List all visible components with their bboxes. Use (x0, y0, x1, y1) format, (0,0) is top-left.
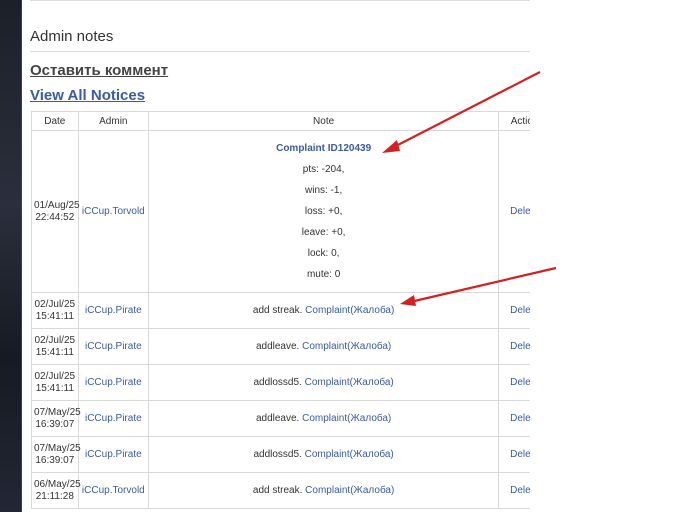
note-line-pts: pts: -204, (302, 164, 345, 175)
date-cell: 02/Jul/25 15:41:11 (31, 328, 79, 365)
section-title: Admin notes (30, 28, 114, 45)
table-row: 02/Jul/25 15:41:11 iCCup.Pirate add stre… (31, 292, 530, 329)
time-text: 16:39:07 (35, 454, 75, 466)
note-cell: addlossd5. Complaint(Жалоба) (148, 364, 500, 401)
date-text: 02/Jul/25 (34, 334, 76, 346)
table-row: 07/May/25 16:39:07 iCCup.Pirate addleave… (31, 400, 530, 437)
note-text: add streak. (252, 485, 306, 496)
admin-link[interactable]: iCCup.Pirate (77, 328, 150, 365)
admin-link[interactable]: iCCup.Torvold (77, 472, 150, 509)
admin-link[interactable]: iCCup.Pirate (77, 364, 150, 401)
note-line-wins: wins: -1, (305, 185, 343, 196)
complaint-id-link[interactable]: Complaint ID120439 (151, 138, 496, 159)
table-row: 02/Jul/25 15:41:11 iCCup.Pirate addlossd… (31, 364, 530, 401)
delete-link[interactable]: Delete (498, 472, 530, 509)
admin-link[interactable]: iCCup.Pirate (77, 292, 150, 329)
delete-link[interactable]: Delete (498, 292, 530, 329)
header-admin: Admin (77, 111, 150, 131)
note-line-lock: lock: 0, (307, 248, 340, 259)
table-row: 07/May/25 16:39:07 iCCup.Pirate addlossd… (31, 436, 530, 473)
time-text: 22:44:52 (35, 211, 75, 223)
delete-link[interactable]: Delete (498, 364, 530, 401)
date-cell: 02/Jul/25 15:41:11 (31, 292, 79, 329)
view-all-notices-link[interactable]: View All Notices (30, 87, 145, 104)
table-header-row: Date Admin Note Action (31, 111, 530, 131)
table-row: 01/Aug/25 22:44:52 iCCup.Torvold Complai… (31, 130, 530, 293)
complaint-link[interactable]: Complaint(Жалоба) (305, 305, 394, 316)
complaint-link[interactable]: Complaint(Жалоба) (305, 485, 394, 496)
admin-link[interactable]: iCCup.Pirate (77, 400, 150, 437)
time-text: 15:41:11 (35, 346, 74, 358)
time-text: 15:41:11 (35, 382, 74, 394)
complaint-link[interactable]: Complaint(Жалоба) (302, 341, 391, 352)
note-text: addleave. (255, 413, 303, 424)
admin-link[interactable]: iCCup.Torvold (77, 130, 150, 293)
complaint-link[interactable]: Complaint(Жалоба) (305, 377, 394, 388)
note-cell: add streak. Complaint(Жалоба) (148, 292, 500, 329)
note-text: add streak. (252, 305, 306, 316)
date-text: 02/Jul/25 (34, 298, 76, 310)
note-cell: addleave. Complaint(Жалоба) (148, 400, 500, 437)
header-note: Note (148, 111, 500, 131)
table-row: 06/May/25 21:11:28 iCCup.Torvold add str… (31, 472, 530, 509)
delete-link[interactable]: Delete (498, 130, 530, 293)
page-background-left (0, 0, 22, 512)
delete-link[interactable]: Delete (498, 328, 530, 365)
note-cell: addleave. Complaint(Жалоба) (148, 328, 500, 365)
note-cell: addlossd5. Complaint(Жалоба) (148, 436, 500, 473)
top-divider (30, 0, 530, 1)
admin-notes-panel: Admin notes Оставить коммент View All No… (22, 0, 530, 512)
time-text: 16:39:07 (35, 418, 75, 430)
section-divider (30, 51, 530, 52)
date-text: 07/May/25 (34, 442, 81, 454)
date-cell: 02/Jul/25 15:41:11 (31, 364, 79, 401)
complaint-link[interactable]: Complaint(Жалоба) (302, 413, 391, 424)
note-cell: Complaint ID120439 pts: -204, wins: -1, … (148, 130, 500, 293)
date-text: 06/May/25 (34, 478, 81, 490)
date-cell: 06/May/25 21:11:28 (31, 472, 81, 509)
admin-link[interactable]: iCCup.Pirate (77, 436, 150, 473)
header-action: Action (498, 111, 530, 131)
note-line-mute: mute: 0 (306, 269, 341, 280)
note-text: addlossd5. (253, 449, 305, 460)
delete-link[interactable]: Delete (498, 436, 530, 473)
notes-table: Date Admin Note Action 01/Aug/25 22:44:5… (31, 111, 530, 509)
complaint-link[interactable]: Complaint(Жалоба) (305, 449, 394, 460)
time-text: 15:41:11 (35, 310, 74, 322)
leave-comment-link[interactable]: Оставить коммент (30, 62, 168, 79)
date-cell: 01/Aug/25 22:44:52 (31, 130, 80, 293)
date-text: 07/May/25 (34, 406, 81, 418)
date-cell: 07/May/25 16:39:07 (31, 400, 81, 437)
note-cell: add streak. Complaint(Жалоба) (148, 472, 500, 509)
header-date: Date (31, 111, 79, 131)
date-cell: 07/May/25 16:39:07 (31, 436, 81, 473)
date-text: 01/Aug/25 (34, 199, 80, 211)
note-text: addlossd5. (253, 377, 305, 388)
table-row: 02/Jul/25 15:41:11 iCCup.Pirate addleave… (31, 328, 530, 365)
note-line-leave: leave: +0, (301, 227, 346, 238)
note-text: addleave. (255, 341, 303, 352)
delete-link[interactable]: Delete (498, 400, 530, 437)
time-text: 21:11:28 (35, 490, 74, 502)
note-line-loss: loss: +0, (304, 206, 343, 217)
date-text: 02/Jul/25 (34, 370, 76, 382)
